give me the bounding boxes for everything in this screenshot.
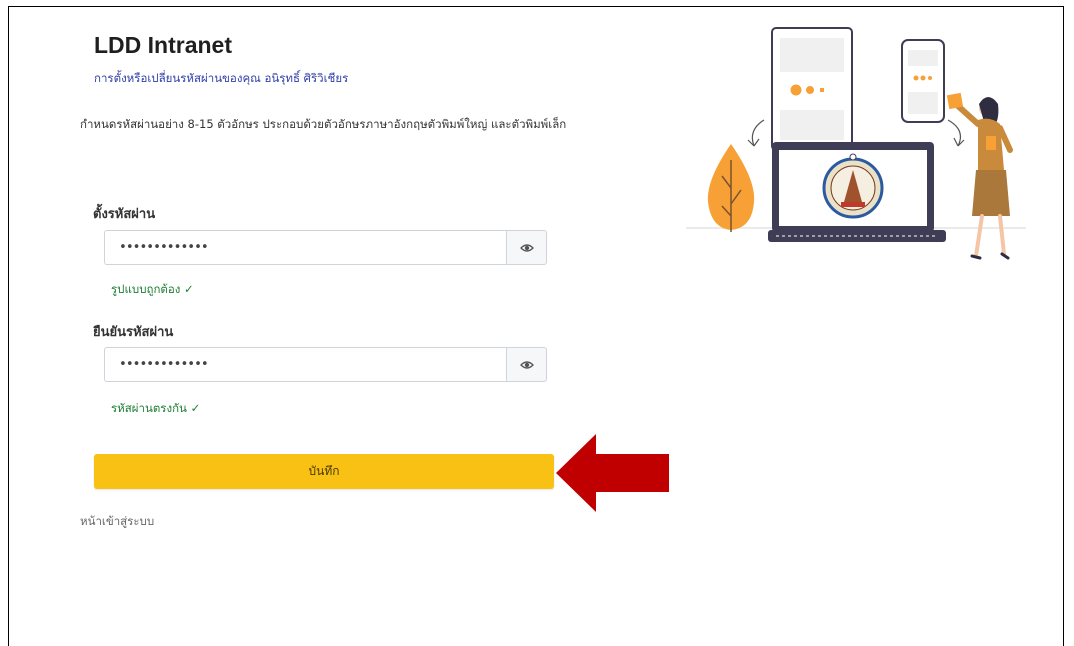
save-button[interactable]: บันทึก (94, 454, 554, 489)
person-illustration (946, 92, 1013, 260)
red-arrow-annotation (556, 434, 669, 512)
login-page-link[interactable]: หน้าเข้าสู่ระบบ (80, 513, 154, 531)
illustration (686, 27, 1026, 260)
password-match-message: รหัสผ่านตรงกัน ✓ (111, 401, 201, 415)
password-input[interactable] (104, 230, 506, 265)
phone-illustration (901, 39, 945, 123)
password-input-group (104, 230, 547, 265)
password-requirements-text: กำหนดรหัสผ่านอย่าง 8-15 ตัวอักษร ประกอบด… (80, 117, 567, 131)
page-title: LDD Intranet (94, 32, 232, 58)
toggle-confirm-visibility-button[interactable] (506, 347, 547, 382)
tablet-illustration (771, 27, 853, 151)
toggle-password-visibility-button[interactable] (506, 230, 547, 265)
confirm-password-input[interactable] (104, 347, 506, 382)
tree-illustration (707, 144, 755, 232)
password-label: ตั้งรหัสผ่าน (93, 207, 156, 222)
confirm-password-label: ยืนยันรหัสผ่าน (93, 325, 174, 340)
sync-arrow-right (947, 119, 965, 147)
sync-arrow-left (747, 119, 765, 147)
password-valid-message: รูปแบบถูกต้อง ✓ (111, 282, 194, 296)
confirm-password-input-group (104, 347, 547, 382)
page-subtitle: การตั้งหรือเปลี่ยนรหัสผ่านของคุณ อนิรุทธ… (94, 71, 349, 85)
eye-icon (519, 360, 534, 369)
laptop-illustration (768, 142, 946, 242)
eye-icon (519, 243, 534, 252)
